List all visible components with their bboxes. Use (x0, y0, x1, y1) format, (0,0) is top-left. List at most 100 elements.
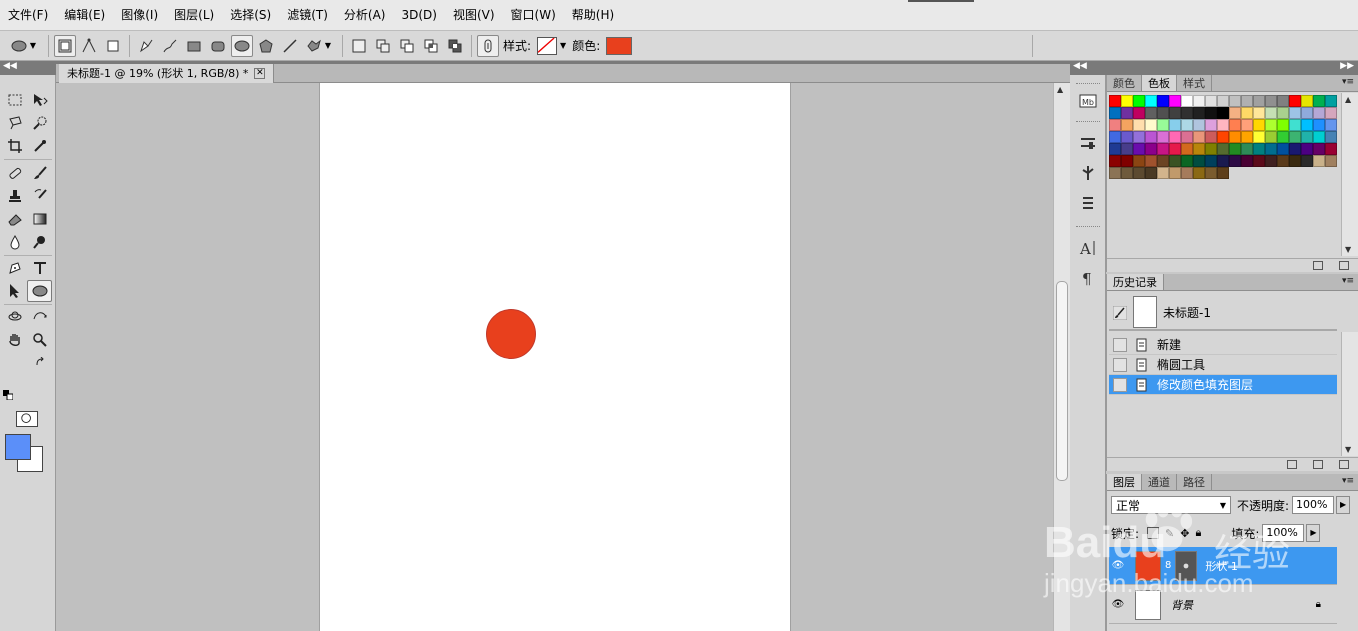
color-swatch[interactable] (1193, 131, 1205, 143)
history-source-checkbox[interactable] (1113, 377, 1127, 392)
color-swatch[interactable] (1157, 107, 1169, 119)
masks-button[interactable] (1077, 162, 1099, 184)
color-swatch[interactable] (1277, 143, 1289, 155)
color-swatch[interactable] (1133, 167, 1145, 179)
crop-tool[interactable] (2, 135, 27, 157)
color-swatch[interactable] (1265, 95, 1277, 107)
rectangular-marquee-tool[interactable] (2, 89, 27, 111)
camera-icon[interactable] (1313, 460, 1323, 469)
color-swatch[interactable] (1145, 131, 1157, 143)
color-swatch[interactable] (1241, 95, 1253, 107)
color-swatch[interactable] (1157, 167, 1169, 179)
tab-paths[interactable]: 路径 (1177, 474, 1212, 490)
tab-layers[interactable]: 图层 (1107, 474, 1142, 490)
menu-analysis[interactable]: 分析(A) (336, 0, 394, 31)
color-swatch[interactable] (1241, 143, 1253, 155)
menu-window[interactable]: 窗口(W) (503, 0, 564, 31)
color-swatch[interactable] (1241, 155, 1253, 167)
opacity-slider-toggle[interactable]: ▶ (1336, 496, 1351, 514)
foreground-color-swatch[interactable] (5, 434, 31, 460)
color-swatch[interactable] (1181, 155, 1193, 167)
color-swatch[interactable] (1145, 95, 1157, 107)
color-swatch[interactable] (1169, 131, 1181, 143)
color-swatch[interactable] (1121, 131, 1133, 143)
color-swatch[interactable] (1289, 95, 1301, 107)
color-swatch[interactable] (1133, 107, 1145, 119)
color-swatch[interactable] (1277, 155, 1289, 167)
tab-channels[interactable]: 通道 (1142, 474, 1177, 490)
color-swatch[interactable] (1109, 155, 1121, 167)
ellipse-tool[interactable] (27, 280, 52, 302)
color-swatch[interactable] (1277, 119, 1289, 131)
color-swatch[interactable] (1229, 119, 1241, 131)
lock-all-icon[interactable]: 🔒︎ (1195, 526, 1201, 540)
color-swatch[interactable] (1205, 155, 1217, 167)
color-swatch[interactable] (1289, 143, 1301, 155)
color-swatch[interactable] (1205, 95, 1217, 107)
gradient-tool[interactable] (27, 208, 52, 230)
move-tool[interactable] (27, 89, 52, 111)
color-swatch[interactable] (1229, 155, 1241, 167)
color-swatch[interactable] (1133, 143, 1145, 155)
quick-selection-tool[interactable] (27, 112, 52, 134)
color-swatch[interactable] (1325, 155, 1337, 167)
color-swatch[interactable] (1253, 155, 1265, 167)
color-swatch[interactable] (1229, 107, 1241, 119)
color-swatch[interactable] (1217, 107, 1229, 119)
eraser-tool[interactable] (2, 208, 27, 230)
color-swatch[interactable] (1109, 143, 1121, 155)
color-swatch[interactable] (1325, 131, 1337, 143)
custom-shape-option[interactable]: ▼ (303, 35, 337, 57)
color-swatch[interactable] (1229, 131, 1241, 143)
new-swatch-icon[interactable] (1313, 261, 1323, 270)
expand-panels-icon[interactable]: ▶▶ (1340, 61, 1354, 71)
lock-transparent-icon[interactable] (1147, 527, 1160, 539)
history-scrollbar[interactable]: ▼ (1341, 332, 1358, 456)
exclude-shape-button[interactable] (444, 35, 466, 57)
eye-icon[interactable]: 👁︎ (1109, 560, 1127, 571)
color-swatch[interactable] (1265, 143, 1277, 155)
swap-colors-icon[interactable] (35, 357, 45, 367)
color-swatch[interactable] (1145, 155, 1157, 167)
expand-icon[interactable]: ◀◀ (1073, 61, 1087, 71)
color-swatch[interactable] (1313, 131, 1325, 143)
new-document-from-state-icon[interactable] (1287, 460, 1297, 469)
color-swatch[interactable] (1325, 119, 1337, 131)
add-to-shape-button[interactable] (372, 35, 394, 57)
collapse-icon[interactable]: ◀◀ (3, 61, 17, 71)
color-swatch[interactable] (1181, 95, 1193, 107)
dodge-tool[interactable] (27, 231, 52, 253)
document-canvas[interactable] (319, 83, 791, 631)
tab-history[interactable]: 历史记录 (1107, 274, 1164, 290)
blend-mode-select[interactable]: 正常 ▼ (1111, 496, 1231, 514)
color-swatch[interactable] (1181, 107, 1193, 119)
scroll-up-arrow[interactable]: ▲ (1057, 85, 1063, 94)
color-swatch[interactable] (1145, 143, 1157, 155)
color-swatch[interactable] (1169, 167, 1181, 179)
color-swatch[interactable] (1217, 155, 1229, 167)
eye-icon[interactable]: 👁︎ (1109, 599, 1127, 610)
color-swatch[interactable] (1157, 131, 1169, 143)
3d-orbit-tool[interactable] (27, 306, 52, 328)
color-swatch[interactable] (1121, 95, 1133, 107)
color-swatch[interactable] (1301, 95, 1313, 107)
blur-tool[interactable] (2, 231, 27, 253)
color-swatch[interactable] (1145, 119, 1157, 131)
color-swatch[interactable] (1313, 155, 1325, 167)
history-snapshot[interactable]: 未标题-1 (1109, 295, 1337, 331)
color-swatch[interactable] (1121, 167, 1133, 179)
fill-slider-toggle[interactable]: ▶ (1306, 524, 1321, 542)
color-swatch[interactable] (1121, 143, 1133, 155)
color-swatch[interactable] (1313, 119, 1325, 131)
color-swatch[interactable] (1169, 155, 1181, 167)
menu-3d[interactable]: 3D(D) (393, 0, 444, 31)
clone-stamp-tool[interactable] (2, 185, 27, 207)
ellipse-tool-option[interactable] (231, 34, 253, 57)
color-swatch[interactable] (1193, 167, 1205, 179)
color-swatch[interactable] (1265, 155, 1277, 167)
layer-row-shape[interactable]: 👁︎ 8 形状 1 (1109, 547, 1337, 585)
color-swatch[interactable] (1241, 131, 1253, 143)
toolbox-header[interactable]: ◀◀ (0, 61, 56, 75)
menu-filter[interactable]: 滤镜(T) (279, 0, 336, 31)
trash-icon[interactable] (1339, 460, 1349, 469)
